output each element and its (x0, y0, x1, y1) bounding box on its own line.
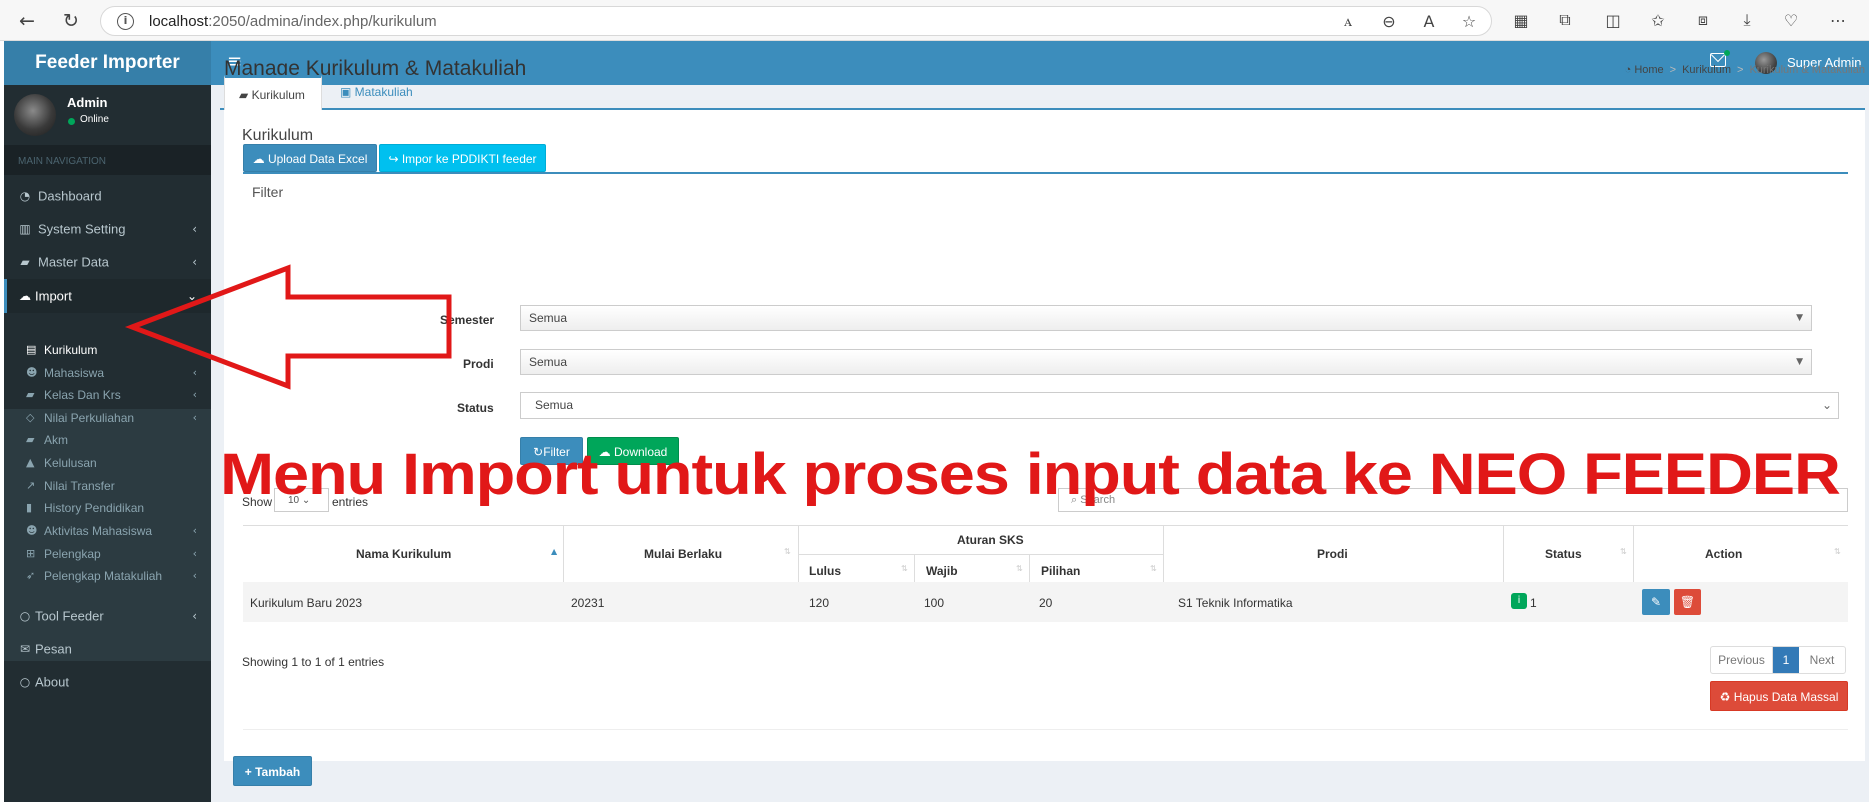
annotation-arrow-icon (124, 264, 452, 390)
annotation-text: Menu Import untuk proses input data ke N… (220, 442, 1841, 507)
